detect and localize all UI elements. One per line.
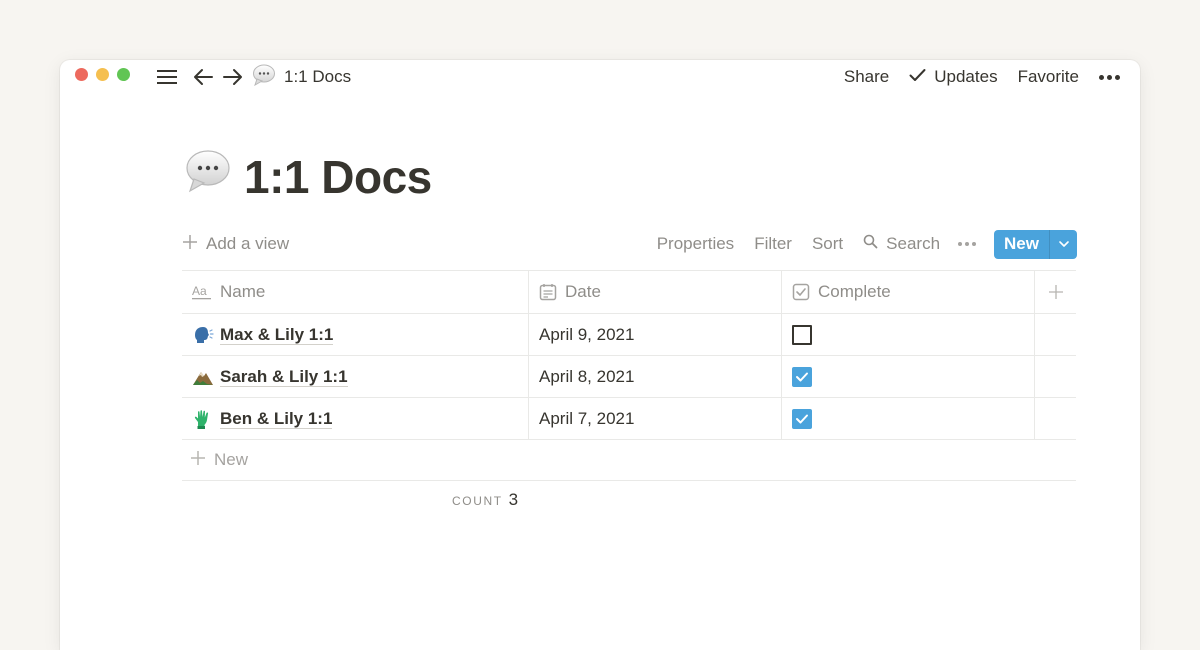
row-name-link[interactable]: Ben & Lily 1:1 xyxy=(220,409,333,429)
column-label: Name xyxy=(220,282,266,301)
add-view-button[interactable]: Add a view xyxy=(182,234,289,255)
more-actions-icon[interactable] xyxy=(958,242,977,246)
updates-label: Updates xyxy=(934,67,998,86)
page-title: 1:1 Docs xyxy=(184,148,432,205)
properties-button[interactable]: Properties xyxy=(657,234,734,254)
calendar-icon xyxy=(539,283,557,301)
breadcrumb[interactable]: 1:1 Docs xyxy=(252,64,351,91)
menu-icon[interactable] xyxy=(156,64,178,90)
count-value: 3 xyxy=(508,490,519,509)
database-table: Aa Name Date Complete Max & Lily 1:1 Apr… xyxy=(182,270,1076,481)
share-button[interactable]: Share xyxy=(844,67,889,87)
share-label: Share xyxy=(843,67,890,86)
sort-button[interactable]: Sort xyxy=(812,234,843,254)
search-label: Search xyxy=(886,234,941,253)
updates-button[interactable]: Updates xyxy=(909,67,998,87)
column-header-date[interactable]: Date xyxy=(529,271,782,313)
date-cell[interactable]: April 9, 2021 xyxy=(529,314,782,355)
name-cell[interactable]: Max & Lily 1:1 xyxy=(182,314,529,355)
plus-icon xyxy=(182,234,198,255)
empty-cell xyxy=(1035,398,1076,439)
date-value: April 8, 2021 xyxy=(539,366,635,386)
date-cell[interactable]: April 7, 2021 xyxy=(529,398,782,439)
glove-icon xyxy=(192,408,214,430)
new-button-label: New xyxy=(1004,234,1039,253)
new-record-button: New xyxy=(994,229,1077,259)
name-cell[interactable]: Ben & Lily 1:1 xyxy=(182,398,529,439)
table-header-row: Aa Name Date Complete xyxy=(182,271,1076,314)
complete-checkbox-checked[interactable] xyxy=(792,408,812,429)
column-header-name[interactable]: Aa Name xyxy=(182,271,529,313)
name-cell[interactable]: Sarah & Lily 1:1 xyxy=(182,356,529,397)
date-cell[interactable]: April 8, 2021 xyxy=(529,356,782,397)
checkmark-icon xyxy=(909,67,926,87)
search-icon xyxy=(863,234,878,254)
app-window: 1:1 Docs Share Updates Favorite 1:1 Docs… xyxy=(60,60,1140,650)
window-controls xyxy=(75,68,130,81)
row-name-link[interactable]: Sarah & Lily 1:1 xyxy=(220,367,348,387)
table-row: Sarah & Lily 1:1 April 8, 2021 xyxy=(182,356,1076,398)
close-window-button[interactable] xyxy=(75,68,88,81)
forward-arrow-icon[interactable] xyxy=(222,64,244,90)
add-property-button[interactable] xyxy=(1035,271,1076,313)
empty-cell xyxy=(1035,356,1076,397)
nav-left: 1:1 Docs xyxy=(156,64,351,90)
count-label: COUNT xyxy=(452,494,503,508)
search-button[interactable]: Search xyxy=(863,234,940,254)
complete-cell xyxy=(782,314,1035,355)
more-options-icon[interactable] xyxy=(1099,74,1120,80)
new-dropdown-chevron-icon[interactable] xyxy=(1049,229,1077,259)
back-arrow-icon[interactable] xyxy=(192,64,214,90)
empty-cell xyxy=(1035,314,1076,355)
breadcrumb-label: 1:1 Docs xyxy=(284,67,352,86)
text-aa-icon: Aa xyxy=(192,284,212,300)
table-row: Max & Lily 1:1 April 9, 2021 xyxy=(182,314,1076,356)
add-new-row-button[interactable]: New xyxy=(182,440,1076,481)
complete-cell xyxy=(782,398,1035,439)
sort-label: Sort xyxy=(811,234,844,253)
svg-text:Aa: Aa xyxy=(192,284,207,298)
title-bar: 1:1 Docs Share Updates Favorite xyxy=(60,60,1140,94)
row-name-link[interactable]: Max & Lily 1:1 xyxy=(220,325,334,345)
table-row: Ben & Lily 1:1 April 7, 2021 xyxy=(182,398,1076,440)
database-toolbar: Add a view Properties Filter Sort Search… xyxy=(182,228,1077,260)
properties-label: Properties xyxy=(656,234,735,253)
date-value: April 9, 2021 xyxy=(539,324,635,344)
new-row-label: New xyxy=(214,450,249,469)
complete-checkbox-checked[interactable] xyxy=(792,366,812,387)
column-label: Date xyxy=(565,282,601,301)
speech-bubble-icon xyxy=(252,64,276,91)
complete-cell xyxy=(782,356,1035,397)
nav-right: Share Updates Favorite xyxy=(844,64,1120,90)
filter-button[interactable]: Filter xyxy=(754,234,792,254)
plus-icon xyxy=(1048,285,1063,299)
mountain-icon xyxy=(192,366,214,388)
favorite-label: Favorite xyxy=(1017,67,1079,86)
add-view-label: Add a view xyxy=(206,234,290,253)
page-title-text[interactable]: 1:1 Docs xyxy=(244,150,432,204)
filter-label: Filter xyxy=(754,234,792,253)
checkbox-icon xyxy=(792,283,810,301)
complete-checkbox-unchecked[interactable] xyxy=(792,324,812,345)
plus-icon xyxy=(190,450,206,471)
page-speech-bubble-icon[interactable] xyxy=(184,148,232,205)
zoom-window-button[interactable] xyxy=(117,68,130,81)
speaking-head-icon xyxy=(192,324,214,346)
row-count[interactable]: COUNT 3 xyxy=(452,490,518,510)
column-header-complete[interactable]: Complete xyxy=(782,271,1035,313)
minimize-window-button[interactable] xyxy=(96,68,109,81)
favorite-button[interactable]: Favorite xyxy=(1018,67,1079,87)
date-value: April 7, 2021 xyxy=(539,408,635,428)
column-label: Complete xyxy=(818,282,891,301)
new-button[interactable]: New xyxy=(994,230,1049,259)
